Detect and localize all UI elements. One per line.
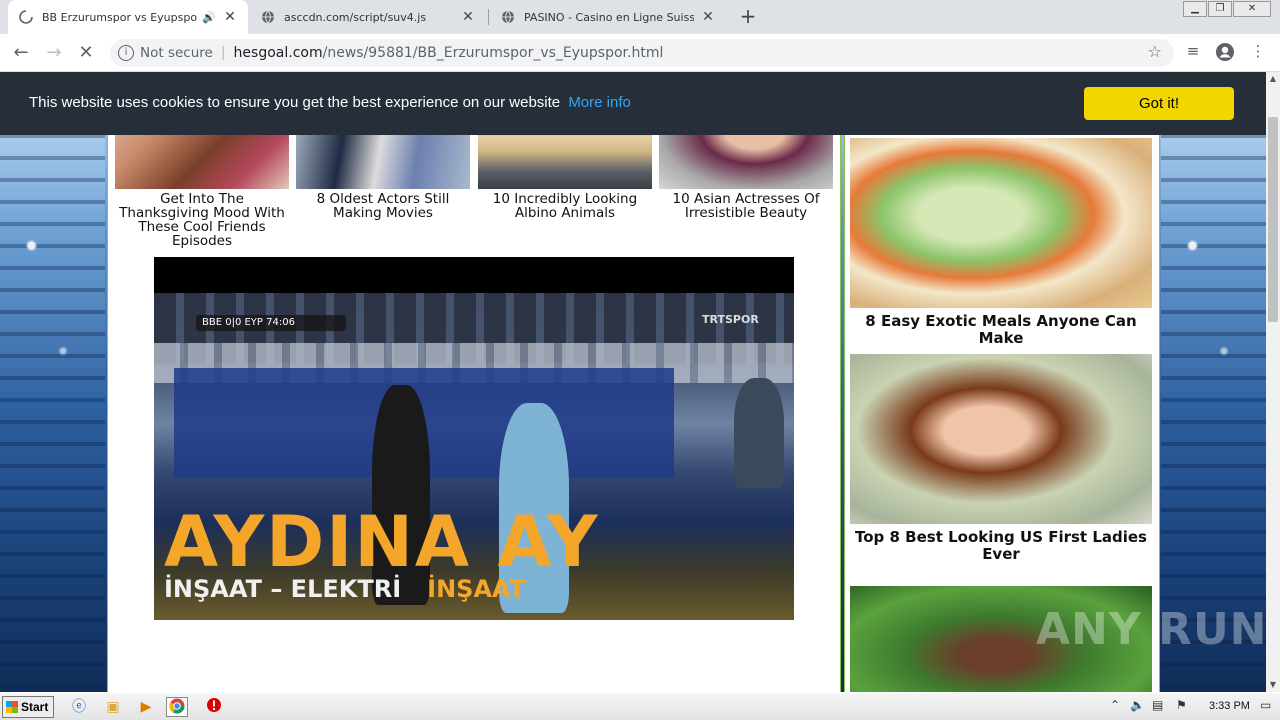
ad-caption[interactable]: Top 8 Best Looking US First Ladies Ever	[850, 529, 1152, 563]
not-secure-label[interactable]: Not secure	[140, 45, 213, 61]
close-tab-icon[interactable]: ✕	[222, 9, 238, 25]
action-center-flag-icon[interactable]: ⚑	[1176, 698, 1187, 712]
network-icon[interactable]: ▤	[1152, 698, 1163, 712]
tab-title: PASINO - Casino en Ligne Suisse - Sü	[524, 10, 694, 24]
tab-title: asccdn.com/script/suv4.js	[284, 10, 427, 24]
ad-card-first-ladies[interactable]: Top 8 Best Looking US First Ladies Ever	[850, 354, 1152, 563]
tab-asccdn[interactable]: asccdn.com/script/suv4.js ✕	[250, 0, 486, 34]
page-scrollbar[interactable]: ▲ ▼	[1266, 72, 1280, 692]
loading-spinner-icon	[18, 9, 34, 25]
score-overlay: BBE 0|0 EYP 74:06	[196, 315, 346, 331]
tab-hesgoal[interactable]: BB Erzurumspor vs Eyupspor - H 🔊 ✕	[8, 0, 248, 34]
minimize-button[interactable]: ▁	[1183, 1, 1207, 17]
scroll-up-arrow-icon[interactable]: ▲	[1266, 72, 1280, 86]
restore-button[interactable]: ❐	[1208, 1, 1232, 17]
anyrun-watermark: ANY RUN	[1036, 604, 1268, 655]
security-shield-icon[interactable]	[203, 697, 225, 717]
internet-explorer-icon[interactable]: ⓔ	[68, 697, 90, 717]
show-desktop-icon[interactable]: ▭	[1260, 698, 1271, 712]
advert-sub-left: İNŞAAT – ELEKTRİ	[164, 575, 402, 603]
ad-caption[interactable]: Get Into The Thanksgiving Mood With Thes…	[115, 192, 289, 248]
more-info-link[interactable]: More info	[568, 94, 631, 111]
ad-image[interactable]	[850, 354, 1152, 524]
windows-logo-icon	[6, 701, 18, 713]
tab-pasino[interactable]: PASINO - Casino en Ligne Suisse - Sü ✕	[490, 0, 726, 34]
stadium-background-left	[0, 72, 105, 692]
taskbar-clock[interactable]: 3:33 PM	[1209, 700, 1250, 712]
advert-sub-right: İNŞAAT	[427, 575, 526, 603]
close-tab-icon[interactable]: ✕	[460, 9, 476, 25]
back-button[interactable]: ←	[9, 41, 33, 65]
stop-loading-button[interactable]: ✕	[74, 41, 98, 65]
forward-button[interactable]: →	[42, 41, 66, 65]
cookie-message: This website uses cookies to ensure you …	[29, 94, 631, 111]
taskbar: Start ⓔ ▣ ▶ ⌃ 🔈 ▤ ⚑ 3:33 PM ▭	[0, 692, 1280, 720]
video-frame[interactable]: BBE 0|0 EYP 74:06 TRTSPOR AYDINA AY İNŞA…	[154, 293, 794, 620]
channel-logo: TRTSPOR	[702, 313, 759, 326]
stadium-background-right	[1161, 72, 1266, 692]
ad-caption[interactable]: 10 Incredibly Looking Albino Animals	[478, 192, 652, 220]
media-controls-icon[interactable]: ≡	[1182, 42, 1204, 64]
cookie-message-text: This website uses cookies to ensure you …	[29, 94, 561, 111]
tab-strip: BB Erzurumspor vs Eyupspor - H 🔊 ✕ asccd…	[0, 0, 1280, 34]
info-icon[interactable]: i	[118, 45, 134, 61]
advert-board-subtext: İNŞAAT – ELEKTRİ İNŞAAT	[164, 575, 794, 603]
scroll-down-arrow-icon[interactable]: ▼	[1266, 678, 1280, 692]
ad-card-exotic-meals[interactable]: 8 Easy Exotic Meals Anyone Can Make	[850, 138, 1152, 347]
volume-icon[interactable]: 🔈	[1130, 698, 1145, 712]
start-button[interactable]: Start	[2, 696, 54, 718]
start-label: Start	[21, 700, 49, 714]
file-explorer-icon[interactable]: ▣	[102, 697, 124, 717]
tab-separator	[488, 9, 489, 25]
ad-caption[interactable]: 10 Asian Actresses Of Irresistible Beaut…	[659, 192, 833, 220]
url-path: /news/95881/BB_Erzurumspor_vs_Eyupspor.h…	[322, 45, 664, 61]
scrollbar-thumb[interactable]	[1268, 117, 1278, 322]
video-player[interactable]: BBE 0|0 EYP 74:06 TRTSPOR AYDINA AY İNŞA…	[154, 257, 794, 620]
globe-icon	[500, 9, 516, 25]
omnibox-divider: |	[220, 45, 226, 61]
ad-image[interactable]	[850, 138, 1152, 308]
close-window-button[interactable]: ✕	[1233, 1, 1271, 17]
address-bar[interactable]: i Not secure | hesgoal.com/news/95881/BB…	[110, 39, 1174, 67]
close-tab-icon[interactable]: ✕	[700, 9, 716, 25]
new-tab-button[interactable]: +	[736, 5, 760, 29]
browser-toolbar: ← → ✕ i Not secure | hesgoal.com/news/95…	[0, 34, 1280, 72]
globe-icon	[260, 9, 276, 25]
tab-title: BB Erzurumspor vs Eyupspor - H	[42, 10, 199, 24]
advert-board-text: AYDINA AY	[164, 501, 600, 583]
kebab-menu-icon[interactable]: ⋮	[1247, 42, 1269, 64]
url-host: hesgoal.com	[233, 45, 323, 61]
player-steward	[734, 378, 784, 488]
cookie-accept-button[interactable]: Got it!	[1084, 87, 1234, 120]
profile-avatar-icon[interactable]	[1214, 42, 1236, 64]
cookie-consent-bar: This website uses cookies to ensure you …	[0, 72, 1266, 135]
speaker-icon[interactable]: 🔊	[202, 11, 216, 24]
ad-caption[interactable]: 8 Easy Exotic Meals Anyone Can Make	[850, 313, 1152, 347]
tray-expand-icon[interactable]: ⌃	[1110, 698, 1120, 712]
media-player-icon[interactable]: ▶	[135, 697, 157, 717]
bookmark-star-icon[interactable]: ☆	[1148, 42, 1162, 61]
chrome-icon[interactable]	[166, 697, 188, 717]
ad-caption[interactable]: 8 Oldest Actors Still Making Movies	[296, 192, 470, 220]
